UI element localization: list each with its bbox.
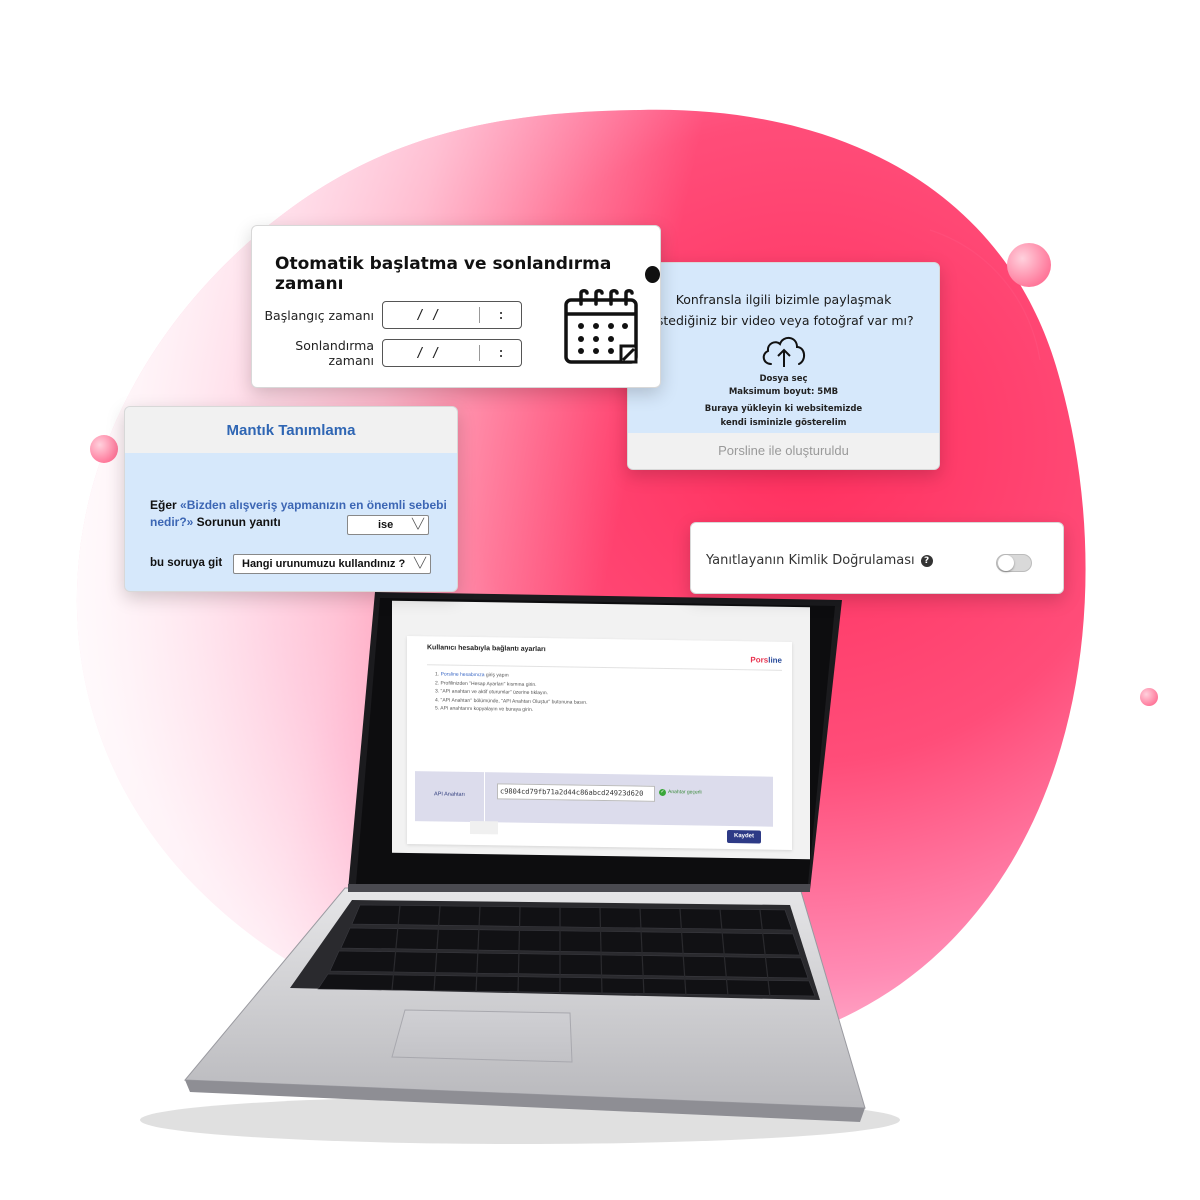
upload-note-line1: Buraya yükleyin ki websitemizde [704,404,863,414]
identity-toggle[interactable] [996,554,1032,572]
date-segment[interactable]: / / [383,346,473,361]
porsline-account-link[interactable]: Porsline hesabınıza [441,671,485,678]
end-time-row: Sonlandırma zamanı / / : [252,338,542,368]
instructions-list: 1. Porsline hesabınıza giriş yapın 2. Pr… [435,670,587,715]
panel-title: Kullanıcı hesabıyla bağlantı ayarları [427,644,546,654]
end-time-label: Sonlandırma zamanı [295,338,374,368]
end-time-input[interactable]: / / : [382,339,522,367]
condition-suffix: Sorunun yanıtı [193,515,281,529]
divider [479,345,480,361]
condition-select[interactable]: ise ╲╱ [347,515,429,535]
powered-by-footer: Porsline ile oluşturuldu [628,433,939,469]
upload-question-line1: Konfransla ilgili bizimle paylaşmak [675,292,892,307]
decorative-bubble [90,435,118,463]
logo-part-red: Pors [750,655,769,665]
laptop-screen: Kullanıcı hesabıyla bağlantı ayarları Po… [392,600,810,860]
api-key-input[interactable]: c9804cd79fb71a2d44c86abcd24923d620 [497,783,655,802]
target-question-select[interactable]: Hangi urunumuzu kullandınız ? ╲╱ [233,554,431,574]
identity-label-text: Yanıtlayanın Kimlik Doğrulaması [706,553,915,568]
logic-definition-card: Mantık Tanımlama Eğer «Bizden alışveriş … [124,406,458,592]
decorative-bubble [1007,243,1051,287]
api-key-label: API Anahtarı [415,771,485,823]
chevron-down-icon: ╲╱ [411,519,424,530]
background-blob [76,109,1086,1061]
api-key-status-text: Anahtar geçerli [668,789,702,796]
api-key-row: API Anahtarı c9804cd79fb71a2d44c86abcd24… [415,771,773,827]
check-icon: ✓ [659,788,666,797]
date-segment[interactable]: / / [383,308,473,323]
start-time-row: Başlangıç zamanı / / : [252,300,542,330]
api-settings-panel: Kullanıcı hesabıyla bağlantı ayarları Po… [407,635,792,851]
choose-file-button[interactable]: Dosya seç [628,374,939,384]
time-segment[interactable]: : [486,308,516,323]
porsline-logo: Porsline [750,655,782,664]
identity-label: Yanıtlayanın Kimlik Doğrulaması? [706,553,933,568]
upload-note-line2: kendi isminizle gösterelim [720,418,847,428]
logo-part-blue: line [768,655,782,665]
max-size-text: Maksimum boyut: 5MB [728,387,839,397]
start-time-label: Başlangıç zamanı [264,307,374,323]
time-segment[interactable]: : [486,346,516,361]
logic-title: Mantık Tanımlama [125,407,457,453]
help-icon[interactable]: ? [920,555,933,567]
info-dot-icon [645,265,660,283]
identity-verification-card: Yanıtlayanın Kimlik Doğrulaması? [690,522,1064,594]
cancel-button[interactable] [470,820,498,835]
calendar-icon[interactable] [563,288,641,368]
step-text: giriş yapın [484,672,509,679]
divider [479,307,480,323]
goto-label: bu soruya git [150,557,223,569]
divider [427,664,782,671]
toggle-knob [998,555,1014,571]
save-button[interactable]: Kaydet [727,829,761,844]
start-time-input[interactable]: / / : [382,301,522,329]
upload-question: Konfransla ilgili bizimle paylaşmak iste… [628,289,939,331]
cloud-upload-icon[interactable] [759,332,809,372]
condition-select-value: ise [378,519,394,531]
upload-question-line2: istediğiniz bir video veya fotoğraf var … [653,313,914,328]
target-question-value: Hangi urunumuzu kullandınız ? [242,558,406,570]
decorative-bubble [1140,688,1158,706]
api-key-status: ✓ Anahtar geçerli [659,788,702,797]
condition-prefix: Eğer [150,498,181,512]
chevron-down-icon: ╲╱ [413,558,426,569]
